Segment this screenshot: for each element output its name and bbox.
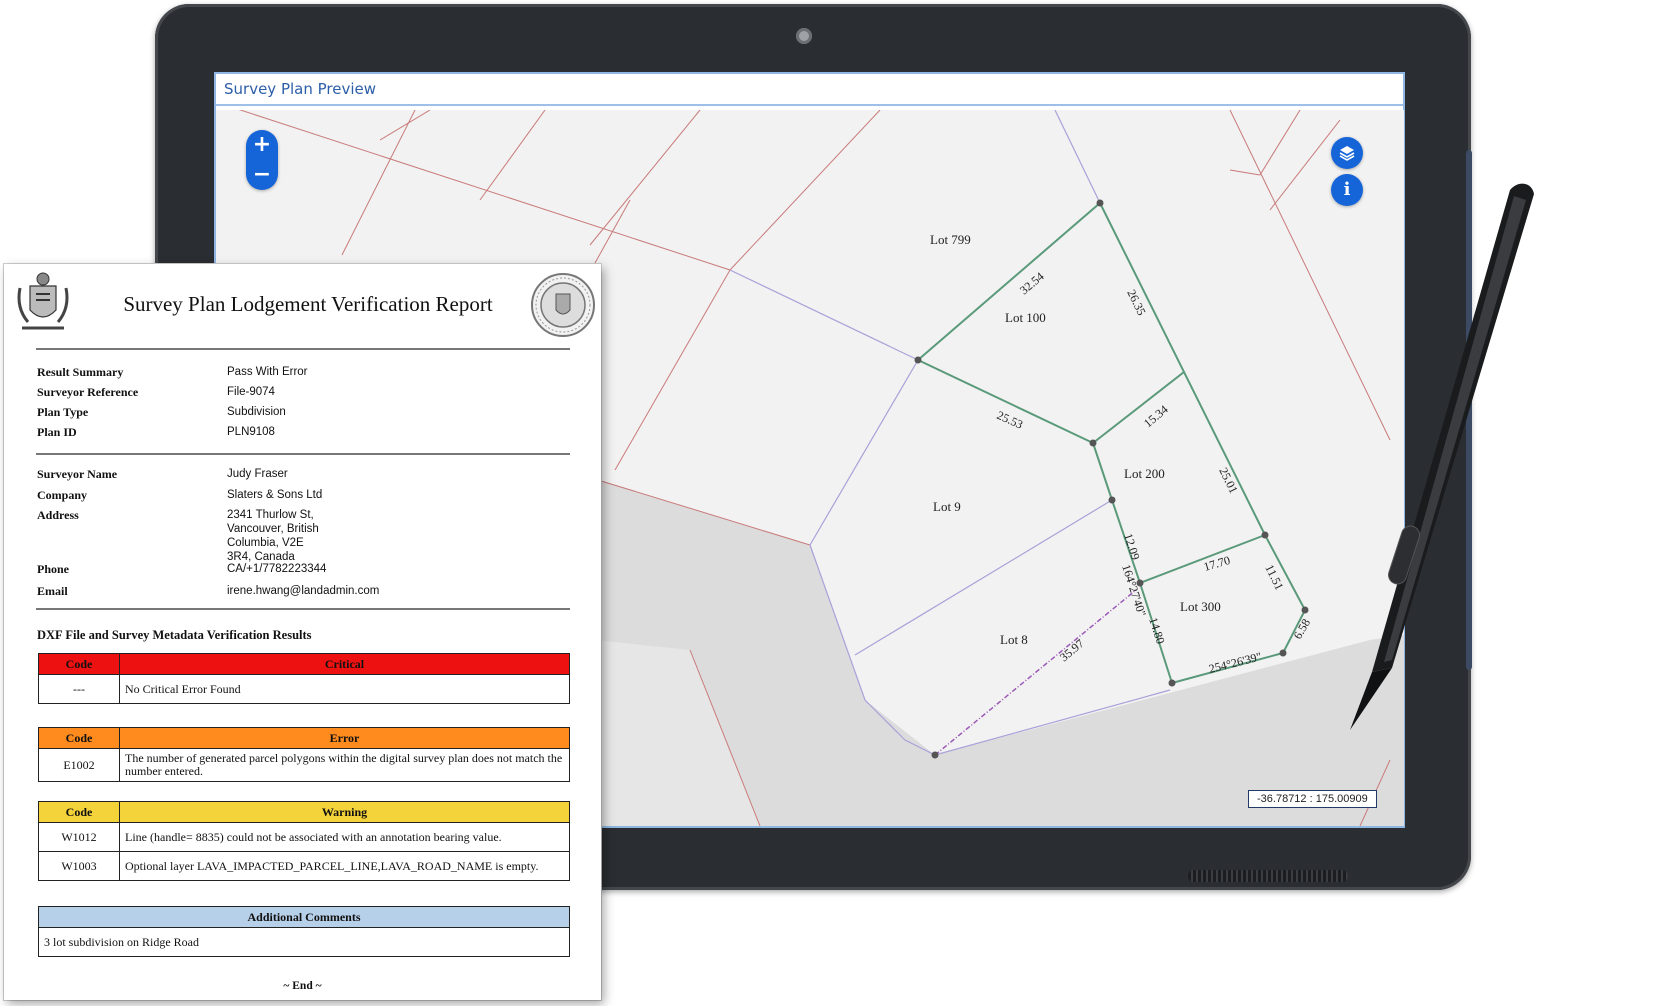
- error-code: W1012: [38, 822, 120, 852]
- divider: [36, 348, 570, 350]
- field-value: 2341 Thurlow St, Vancouver, British Colu…: [227, 509, 319, 563]
- field-value: CA/+1/7782223344: [227, 563, 327, 575]
- info-button[interactable]: i: [1331, 174, 1363, 206]
- lot-label: Lot 9: [933, 499, 961, 514]
- zoom-in-button[interactable]: +: [246, 130, 278, 160]
- divider: [36, 453, 570, 455]
- error-message: Line (handle= 8835) could not be associa…: [119, 822, 570, 852]
- field-label: Company: [37, 488, 88, 502]
- field-value: Judy Fraser: [227, 468, 288, 480]
- table-row: W1003 Optional layer LAVA_IMPACTED_PARCEL…: [38, 851, 570, 881]
- verification-report: Survey Plan Lodgement Verification Repor…: [4, 264, 601, 1000]
- lot-label: Lot 8: [1000, 632, 1028, 647]
- field-label: Address: [37, 508, 79, 522]
- end-marker: ~ End ~: [283, 980, 322, 992]
- field-label: Surveyor Reference: [37, 385, 139, 399]
- table-row: 3 lot subdivision on Ridge Road: [38, 927, 570, 957]
- field-value: Slaters & Sons Ltd: [227, 489, 323, 501]
- field-label: Plan ID: [37, 425, 77, 439]
- error-message: The number of generated parcel polygons …: [119, 748, 570, 782]
- field-label: Phone: [37, 562, 70, 576]
- warning-header: Warning: [119, 801, 570, 823]
- field-value: Pass With Error: [227, 366, 308, 378]
- results-heading: DXF File and Survey Metadata Verificatio…: [37, 628, 312, 642]
- comments-text: 3 lot subdivision on Ridge Road: [38, 927, 570, 957]
- report-title: Survey Plan Lodgement Verification Repor…: [123, 292, 493, 316]
- critical-table: Code Critical --- No Critical Error Found: [38, 653, 570, 704]
- lot-label: Lot 100: [1005, 310, 1046, 325]
- table-row: E1002 The number of generated parcel poly…: [38, 748, 570, 782]
- field-label: Surveyor Name: [37, 467, 118, 481]
- error-table: Code Error E1002 The number of generated p…: [38, 727, 570, 782]
- lot-label: Lot 200: [1124, 466, 1165, 481]
- field-value: PLN9108: [227, 426, 275, 438]
- field-label: Plan Type: [37, 405, 89, 419]
- divider: [36, 608, 570, 610]
- error-message: Optional layer LAVA_IMPACTED_PARCEL_LINE…: [119, 851, 570, 881]
- field-label: Result Summary: [37, 365, 124, 379]
- code-header: Code: [38, 727, 120, 749]
- field-value: irene.hwang@landadmin.com: [227, 585, 380, 597]
- field-value: Subdivision: [227, 406, 286, 418]
- zoom-out-button[interactable]: −: [246, 160, 278, 190]
- zoom-control: + −: [246, 130, 278, 190]
- seal-icon: [531, 273, 595, 337]
- code-header: Code: [38, 653, 120, 675]
- coordinate-readout: -36.78712 : 175.00909: [1248, 790, 1377, 808]
- table-row: W1012 Line (handle= 8835) could not be as…: [38, 822, 570, 852]
- error-message: No Critical Error Found: [119, 674, 570, 704]
- critical-header: Critical: [119, 653, 570, 675]
- layers-button[interactable]: [1331, 137, 1363, 169]
- error-header: Error: [119, 727, 570, 749]
- info-icon: i: [1343, 179, 1351, 200]
- error-code: ---: [38, 674, 120, 704]
- lot-label: Lot 300: [1180, 599, 1221, 614]
- error-code: E1002: [38, 748, 120, 782]
- error-code: W1003: [38, 851, 120, 881]
- lot-label: Lot 799: [930, 232, 971, 247]
- field-value: File-9074: [227, 386, 275, 398]
- coat-of-arms-icon: [17, 272, 69, 330]
- field-label: Email: [37, 584, 68, 598]
- comments-table: Additional Comments 3 lot subdivision on…: [38, 906, 570, 957]
- layers-icon: [1339, 146, 1355, 161]
- warning-table: Code Warning W1012 Line (handle= 8835) cou…: [38, 801, 570, 881]
- table-row: --- No Critical Error Found: [38, 674, 570, 704]
- comments-header: Additional Comments: [38, 906, 570, 928]
- code-header: Code: [38, 801, 120, 823]
